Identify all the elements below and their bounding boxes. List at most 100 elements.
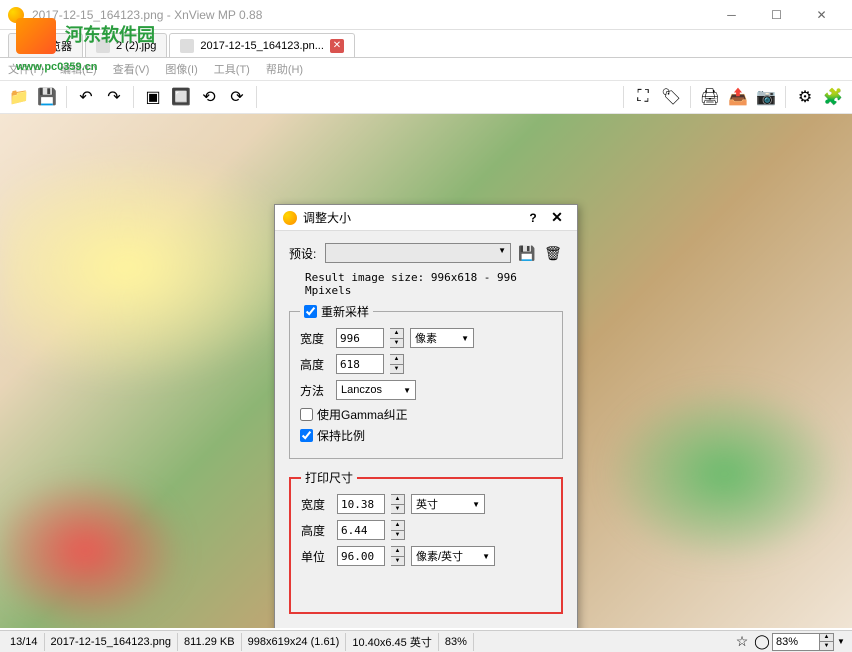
toolbar-separator: [66, 86, 67, 108]
toolbar: 📁 💾 ↶ ↷ ▣ 🔲 ⟲ ⟳ ⛶ 🏷 🖨 📤 📷 ⚙ 🧩: [0, 80, 852, 114]
gamma-checkbox[interactable]: [300, 408, 313, 421]
save-icon[interactable]: 💾: [34, 84, 60, 110]
toolbar-separator: [785, 86, 786, 108]
menu-view[interactable]: 查看(V): [113, 61, 150, 77]
resize-dialog: 调整大小 ? ✕ 预设: ▼ 💾 🗑 Result image size: 99…: [274, 204, 578, 628]
height-spinner[interactable]: ▲▼: [390, 354, 404, 374]
preset-label: 预设:: [289, 245, 319, 262]
delete-preset-icon[interactable]: 🗑: [543, 243, 563, 263]
tab-image-2[interactable]: 2017-12-15_164123.pn... ✕: [169, 33, 355, 57]
home-icon: [19, 39, 33, 53]
export-icon[interactable]: 📤: [725, 84, 751, 110]
method-combo[interactable]: Lanczos ▼: [336, 380, 416, 400]
settings-icon[interactable]: ⚙: [792, 84, 818, 110]
status-index: 13/14: [4, 633, 45, 651]
image-icon: [96, 39, 110, 53]
tag-icon[interactable]: 🏷: [658, 84, 684, 110]
width-unit-combo[interactable]: 像素 ▼: [410, 328, 474, 348]
dialog-icon: [283, 211, 297, 225]
status-bar: 13/14 2017-12-15_164123.png 811.29 KB 99…: [0, 630, 852, 652]
method-text: Lanczos: [341, 384, 382, 396]
tab-label: 浏览器: [39, 38, 72, 54]
window-titlebar: 2017-12-15_164123.png - XnView MP 0.88 ─…: [0, 0, 852, 30]
chevron-down-icon: ▼: [461, 334, 469, 343]
print-width-spinner[interactable]: ▲▼: [391, 494, 405, 514]
zoom-input[interactable]: [772, 633, 820, 651]
chevron-down-icon: ▼: [403, 386, 411, 395]
status-dimensions: 998x619x24 (1.61): [242, 633, 347, 651]
resample-fieldset: 重新采样 宽度 ▲▼ 像素 ▼ 高度 ▲▼ 方法: [289, 303, 563, 459]
print-width-label: 宽度: [301, 496, 331, 513]
print-icon[interactable]: 🖨: [697, 84, 723, 110]
chevron-down-icon: ▼: [472, 500, 480, 509]
print-width-input[interactable]: [337, 494, 385, 514]
dialog-help-button[interactable]: ?: [521, 211, 545, 225]
zoom-dropdown-icon[interactable]: ▼: [834, 637, 848, 646]
dialog-title: 调整大小: [303, 209, 521, 226]
resample-legend[interactable]: 重新采样: [300, 303, 373, 320]
tab-image-1[interactable]: 2 (2).jpg: [85, 33, 167, 57]
maximize-button[interactable]: ☐: [754, 1, 799, 29]
color-label-icon[interactable]: ◯: [752, 632, 772, 652]
print-width-unit-combo[interactable]: 英寸 ▼: [411, 494, 485, 514]
dpi-unit-text: 像素/英寸: [416, 548, 463, 564]
resample-checkbox[interactable]: [304, 305, 317, 318]
tab-label: 2017-12-15_164123.pn...: [200, 40, 324, 52]
crop-icon[interactable]: ▣: [140, 84, 166, 110]
browse-icon[interactable]: 📁: [6, 84, 32, 110]
menu-help[interactable]: 帮助(H): [266, 61, 303, 77]
tab-browser[interactable]: 浏览器: [8, 33, 83, 57]
menu-image[interactable]: 图像(I): [165, 61, 197, 77]
rotate-left-icon[interactable]: ⟲: [196, 84, 222, 110]
status-filesize: 811.29 KB: [178, 633, 242, 651]
star-icon[interactable]: ☆: [732, 632, 752, 652]
menu-edit[interactable]: 编辑(E): [60, 61, 97, 77]
menu-tools[interactable]: 工具(T): [214, 61, 250, 77]
tab-close-icon[interactable]: ✕: [330, 39, 344, 53]
dpi-unit-combo[interactable]: 像素/英寸 ▼: [411, 546, 495, 566]
save-preset-icon[interactable]: 💾: [517, 243, 537, 263]
toolbar-separator: [690, 86, 691, 108]
height-input[interactable]: [336, 354, 384, 374]
adjust-icon[interactable]: 🔲: [168, 84, 194, 110]
result-text: Result image size: 996x618 - 996 Mpixels: [305, 271, 563, 297]
chevron-down-icon: ▼: [482, 552, 490, 561]
plugin-icon[interactable]: 🧩: [820, 84, 846, 110]
menu-file[interactable]: 文件(F): [8, 61, 44, 77]
width-spinner[interactable]: ▲▼: [390, 328, 404, 348]
rotate-right-icon[interactable]: ⟳: [224, 84, 250, 110]
height-label: 高度: [300, 356, 330, 373]
print-width-unit-text: 英寸: [416, 496, 438, 512]
redo-icon[interactable]: ↷: [101, 84, 127, 110]
image-viewport: www.pHome.NET 调整大小 ? ✕ 预设: ▼ 💾 🗑 Result …: [0, 114, 852, 628]
status-zoom: 83%: [439, 633, 474, 651]
dialog-titlebar[interactable]: 调整大小 ? ✕: [275, 205, 577, 231]
tab-label: 2 (2).jpg: [116, 40, 156, 52]
window-title: 2017-12-15_164123.png - XnView MP 0.88: [32, 8, 709, 22]
dpi-spinner[interactable]: ▲▼: [391, 546, 405, 566]
dpi-label: 单位: [301, 548, 331, 565]
undo-icon[interactable]: ↶: [73, 84, 99, 110]
minimize-button[interactable]: ─: [709, 1, 754, 29]
width-input[interactable]: [336, 328, 384, 348]
toolbar-separator: [623, 86, 624, 108]
fullscreen-icon[interactable]: ⛶: [630, 84, 656, 110]
tab-strip: 浏览器 2 (2).jpg 2017-12-15_164123.pn... ✕: [0, 30, 852, 58]
image-icon: [180, 39, 194, 53]
camera-icon[interactable]: 📷: [753, 84, 779, 110]
ratio-label: 保持比例: [317, 427, 365, 444]
preset-combo[interactable]: ▼: [325, 243, 511, 263]
dpi-input[interactable]: [337, 546, 385, 566]
print-height-input[interactable]: [337, 520, 385, 540]
method-label: 方法: [300, 382, 330, 399]
resample-legend-text: 重新采样: [321, 303, 369, 320]
print-height-spinner[interactable]: ▲▼: [391, 520, 405, 540]
toolbar-separator: [133, 86, 134, 108]
gamma-label: 使用Gamma纠正: [317, 406, 408, 423]
close-button[interactable]: ✕: [799, 1, 844, 29]
ratio-checkbox[interactable]: [300, 429, 313, 442]
dialog-close-button[interactable]: ✕: [545, 209, 569, 226]
app-icon: [8, 7, 24, 23]
status-print-dims: 10.40x6.45 英寸: [346, 633, 439, 651]
zoom-spinner[interactable]: ▲▼: [820, 633, 834, 651]
